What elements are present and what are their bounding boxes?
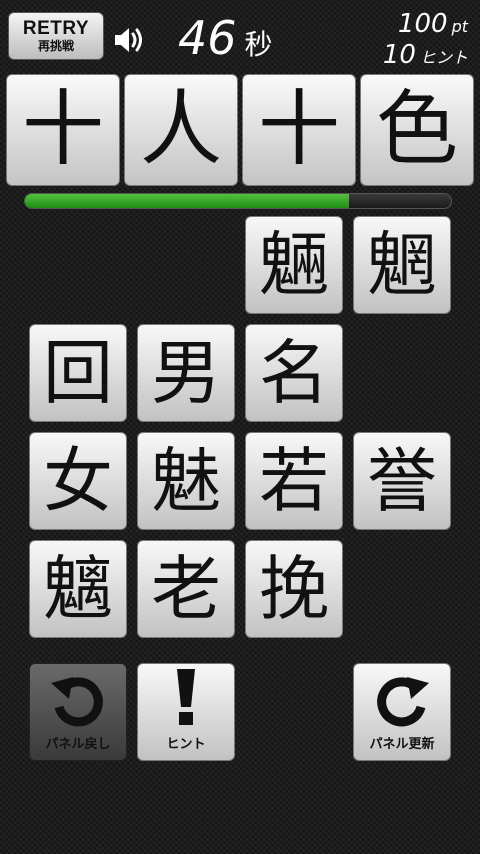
points-row: 100 pt [383, 10, 468, 41]
timer: 46 秒 [178, 10, 273, 66]
score-panel: 100 pt 10 ヒント [383, 10, 468, 72]
tile-r4c1[interactable]: 魑 [29, 540, 127, 638]
tile-r1c4[interactable]: 魍 [353, 216, 451, 314]
refresh-icon [377, 677, 429, 727]
hint-label: ヒント [166, 737, 206, 752]
tile-r3c2[interactable]: 魅 [137, 432, 235, 530]
retry-button[interactable]: RETRY 再挑戦 [8, 12, 104, 60]
tile-r3c1[interactable]: 女 [29, 432, 127, 530]
points-unit: pt [451, 17, 468, 36]
hints-row: 10 ヒント [383, 41, 468, 72]
tile-r2c3[interactable]: 名 [245, 324, 343, 422]
hints-value: 10 [382, 40, 416, 70]
hints-unit: ヒント [419, 48, 468, 67]
answer-slot-1: 十 [6, 74, 120, 186]
undo-icon [51, 677, 103, 727]
answer-slot-4: 色 [360, 74, 474, 186]
timer-value: 46 [178, 11, 237, 65]
answer-slot-2: 人 [124, 74, 238, 186]
hint-button[interactable]: ヒント [137, 663, 235, 761]
tile-r3c4[interactable]: 誉 [353, 432, 451, 530]
tile-r4c3[interactable]: 挽 [245, 540, 343, 638]
retry-label: RETRY [22, 18, 90, 39]
refresh-panel-button[interactable]: パネル更新 [353, 663, 451, 761]
tile-r2c2[interactable]: 男 [137, 324, 235, 422]
undo-panel-button[interactable]: パネル戻し [29, 663, 127, 761]
speaker-icon[interactable] [112, 22, 148, 58]
undo-label: パネル戻し [45, 737, 111, 752]
exclamation-icon [177, 669, 195, 725]
tile-r1c3[interactable]: 魎 [245, 216, 343, 314]
time-progress-bar [24, 193, 452, 209]
time-progress-fill [25, 194, 349, 208]
refresh-label: パネル更新 [369, 737, 435, 752]
tile-r3c3[interactable]: 若 [245, 432, 343, 530]
tile-r4c2[interactable]: 老 [137, 540, 235, 638]
retry-sublabel: 再挑戦 [37, 39, 74, 53]
answer-slot-3: 十 [242, 74, 356, 186]
timer-unit: 秒 [244, 28, 273, 61]
points-value: 100 [397, 9, 448, 39]
tile-r2c1[interactable]: 回 [29, 324, 127, 422]
